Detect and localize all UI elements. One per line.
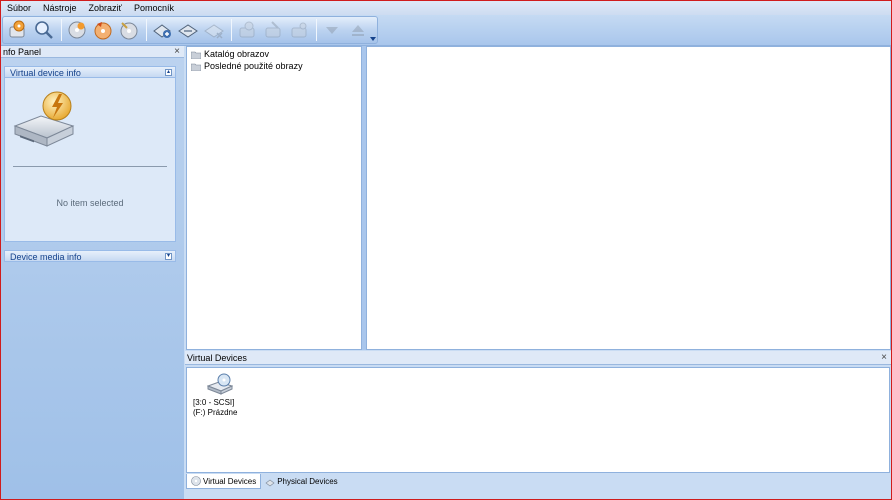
mount-button[interactable] bbox=[235, 18, 259, 42]
unmount-all-button[interactable] bbox=[287, 18, 311, 42]
virtual-devices-title: Virtual Devices bbox=[187, 353, 247, 363]
disc-add-button[interactable] bbox=[65, 18, 89, 42]
expand-icon[interactable]: ▾ bbox=[165, 253, 172, 260]
virtual-devices-list: [3:0 - SCSI] (F:) Prázdne bbox=[186, 367, 890, 473]
info-divider bbox=[13, 166, 167, 167]
tree-item-image-catalog[interactable]: Katalóg obrazov bbox=[187, 48, 361, 60]
device-media-info-title: Device media info bbox=[10, 252, 82, 262]
add-drive-button[interactable] bbox=[150, 18, 174, 42]
no-item-selected-text: No item selected bbox=[56, 198, 124, 208]
unmount-button[interactable] bbox=[261, 18, 285, 42]
menu-tools[interactable]: Nástroje bbox=[37, 2, 83, 14]
move-down-icon bbox=[326, 27, 338, 34]
drive-button[interactable] bbox=[176, 18, 200, 42]
menu-view[interactable]: Zobraziť bbox=[83, 2, 128, 14]
info-panel-close-icon[interactable]: × bbox=[174, 46, 180, 58]
virtual-drive-icon bbox=[13, 91, 75, 147]
drive-icon bbox=[265, 479, 275, 486]
device-status: (F:) Prázdne bbox=[193, 408, 238, 417]
virtual-device-info-header[interactable]: Virtual device info ▴ bbox=[4, 66, 176, 78]
virtual-device-info-body: No item selected bbox=[4, 78, 176, 242]
info-panel-title: nfo Panel bbox=[3, 47, 42, 57]
tab-virtual-devices[interactable]: Virtual Devices bbox=[186, 474, 262, 489]
search-image-button[interactable] bbox=[32, 18, 56, 42]
main-toolbar bbox=[2, 16, 378, 44]
mount-image-button[interactable] bbox=[6, 18, 30, 42]
disc-tools-icon bbox=[120, 22, 138, 40]
search-image-icon bbox=[35, 21, 53, 39]
unmount-icon bbox=[265, 21, 281, 38]
mount-icon bbox=[239, 21, 255, 38]
virtual-devices-header: Virtual Devices × bbox=[185, 351, 891, 365]
virtual-device-item[interactable]: [3:0 - SCSI] (F:) Prázdne bbox=[193, 373, 253, 417]
menu-bar: Súbor Nástroje Zobraziť Pomocník bbox=[1, 1, 891, 15]
tree-item-recent-images[interactable]: Posledné použité obrazy bbox=[187, 60, 361, 72]
toolbar-strip bbox=[1, 15, 891, 46]
remove-drive-icon bbox=[204, 24, 224, 39]
disc-tools-button[interactable] bbox=[117, 18, 141, 42]
device-media-info-group: Device media info ▾ bbox=[4, 250, 176, 262]
toolbar-separator bbox=[231, 19, 232, 41]
mount-image-icon bbox=[9, 20, 25, 38]
drive-icon bbox=[178, 24, 198, 38]
remove-drive-button[interactable] bbox=[202, 18, 226, 42]
toolbar-separator bbox=[316, 19, 317, 41]
virtual-devices-close-icon[interactable]: × bbox=[881, 351, 887, 365]
disc-convert-icon bbox=[94, 22, 112, 40]
toolbar-separator bbox=[61, 19, 62, 41]
device-id: [3:0 - SCSI] bbox=[193, 398, 235, 407]
add-drive-icon bbox=[153, 24, 171, 38]
disc-icon bbox=[191, 476, 201, 486]
virtual-device-info-title: Virtual device info bbox=[10, 68, 81, 78]
device-tabs: Virtual Devices Physical Devices bbox=[186, 474, 342, 490]
image-tree: Katalóg obrazov Posledné použité obrazy bbox=[186, 46, 362, 350]
unmount-all-icon bbox=[291, 22, 307, 38]
info-panel: nfo Panel × Virtual device info ▴ No ite… bbox=[1, 46, 184, 499]
disc-convert-button[interactable] bbox=[91, 18, 115, 42]
move-down-button[interactable] bbox=[320, 18, 344, 42]
tree-item-label: Posledné použité obrazy bbox=[204, 61, 303, 71]
eject-icon bbox=[352, 25, 364, 36]
menu-file[interactable]: Súbor bbox=[1, 2, 37, 14]
image-list-pane[interactable] bbox=[366, 46, 891, 350]
info-panel-header: nfo Panel × bbox=[1, 46, 184, 58]
disc-add-icon bbox=[68, 21, 86, 39]
virtual-drive-icon bbox=[206, 373, 234, 395]
folder-icon bbox=[191, 63, 201, 71]
toolbar-overflow-icon[interactable] bbox=[370, 36, 376, 42]
folder-icon bbox=[191, 51, 201, 59]
tab-label: Physical Devices bbox=[277, 477, 338, 486]
tree-item-label: Katalóg obrazov bbox=[204, 49, 270, 59]
toolbar-separator bbox=[146, 19, 147, 41]
eject-button[interactable] bbox=[346, 18, 370, 42]
menu-help[interactable]: Pomocník bbox=[128, 2, 180, 14]
collapse-icon[interactable]: ▴ bbox=[165, 69, 172, 76]
device-media-info-header[interactable]: Device media info ▾ bbox=[4, 250, 176, 262]
tab-label: Virtual Devices bbox=[203, 476, 257, 486]
virtual-device-info-group: Virtual device info ▴ No item selected bbox=[4, 66, 176, 242]
tab-physical-devices[interactable]: Physical Devices bbox=[261, 474, 341, 489]
virtual-devices-panel: Virtual Devices × [3:0 - SCSI] (F:) Práz… bbox=[185, 351, 891, 499]
